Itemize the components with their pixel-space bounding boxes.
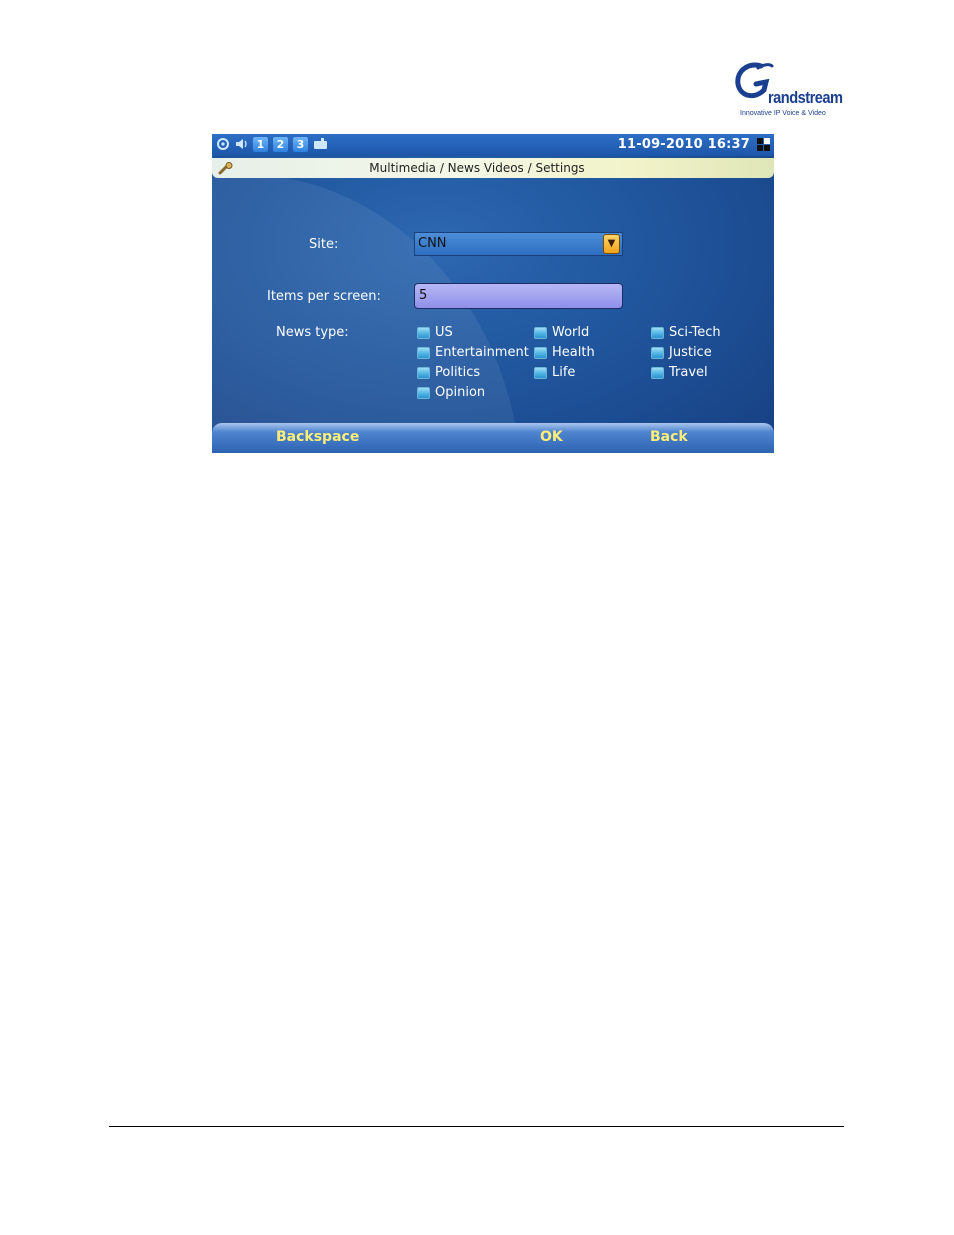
news-type-health[interactable]: Health xyxy=(552,345,595,360)
background-swoosh xyxy=(212,174,522,453)
news-type-opinion[interactable]: Opinion xyxy=(435,385,485,400)
items-per-screen-value: 5 xyxy=(419,288,428,303)
checkbox-opinion[interactable] xyxy=(417,387,430,399)
network-icon[interactable] xyxy=(215,137,230,152)
site-label: Site: xyxy=(309,237,339,252)
page-title: Multimedia / News Videos / Settings xyxy=(369,161,585,175)
news-type-travel[interactable]: Travel xyxy=(669,365,708,380)
site-select[interactable]: CNN ▼ xyxy=(414,232,623,256)
line-2-icon[interactable]: 2 xyxy=(273,137,288,152)
line-1-icon[interactable]: 1 xyxy=(253,137,268,152)
items-per-screen-input[interactable]: 5 xyxy=(414,283,623,309)
checkbox-life[interactable] xyxy=(534,367,547,379)
status-datetime: 11-09-2010 16:37 xyxy=(617,137,750,152)
news-type-sci-tech[interactable]: Sci-Tech xyxy=(669,325,721,340)
checkbox-justice[interactable] xyxy=(651,347,664,359)
logo-tagline: Innovative IP Voice & Video xyxy=(740,110,826,117)
title-bar: Multimedia / News Videos / Settings xyxy=(212,158,774,178)
grandstream-logo: randstream Innovative IP Voice & Video xyxy=(728,60,843,122)
ok-softkey[interactable]: OK xyxy=(540,429,563,445)
news-type-entertainment[interactable]: Entertainment xyxy=(435,345,529,360)
footer-divider xyxy=(109,1126,844,1127)
news-type-justice[interactable]: Justice xyxy=(669,345,712,360)
logo-wordmark: randstream xyxy=(768,88,843,107)
line-3-icon[interactable]: 3 xyxy=(293,137,308,152)
checkbox-entertainment[interactable] xyxy=(417,347,430,359)
checkbox-politics[interactable] xyxy=(417,367,430,379)
grid-icon[interactable] xyxy=(757,138,771,152)
news-type-politics[interactable]: Politics xyxy=(435,365,480,380)
back-softkey[interactable]: Back xyxy=(650,429,688,445)
news-type-us[interactable]: US xyxy=(435,325,453,340)
items-per-screen-label: Items per screen: xyxy=(267,289,381,304)
status-bar: 1 2 3 11-09-2010 16:37 xyxy=(212,134,774,156)
phone-screen: 1 2 3 11-09-2010 16:37 Multimedia / News… xyxy=(212,134,774,453)
message-icon[interactable] xyxy=(313,137,328,152)
chevron-down-icon[interactable]: ▼ xyxy=(603,234,620,254)
softkey-bar: Backspace OK Back xyxy=(212,423,774,453)
checkbox-health[interactable] xyxy=(534,347,547,359)
checkbox-travel[interactable] xyxy=(651,367,664,379)
checkbox-us[interactable] xyxy=(417,327,430,339)
news-type-world[interactable]: World xyxy=(552,325,589,340)
news-type-life[interactable]: Life xyxy=(552,365,575,380)
site-select-value: CNN xyxy=(418,236,447,251)
checkbox-world[interactable] xyxy=(534,327,547,339)
backspace-softkey[interactable]: Backspace xyxy=(276,429,359,445)
checkbox-sci-tech[interactable] xyxy=(651,327,664,339)
volume-icon[interactable] xyxy=(234,137,249,152)
news-type-label: News type: xyxy=(276,325,349,340)
